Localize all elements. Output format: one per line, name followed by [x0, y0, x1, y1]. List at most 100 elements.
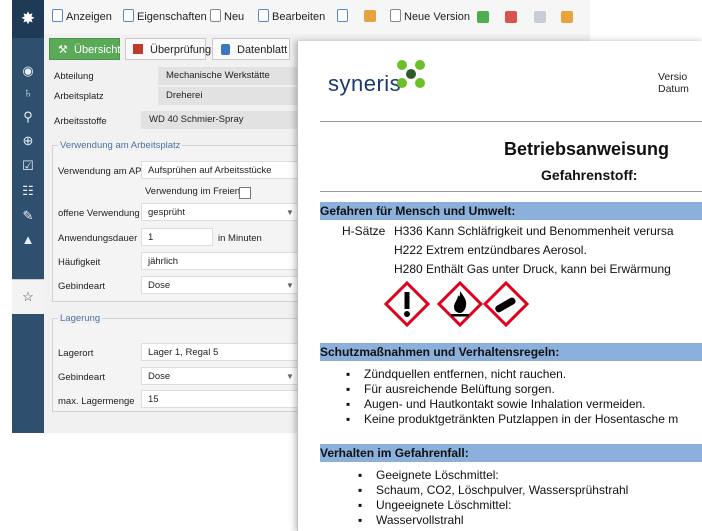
- list-item: Zündquellen entfernen, nicht rauchen.: [346, 367, 566, 381]
- h-statement-1: H336 Kann Schläfrigkeit und Benommenheit…: [394, 224, 674, 238]
- list-item: Augen- und Hautkontakt sowie Inhalation …: [346, 397, 645, 411]
- list-item: Schaum, CO2, Löschpulver, Wassersprühstr…: [358, 483, 628, 497]
- version-label: Versio: [658, 71, 688, 83]
- neue-version-button[interactable]: Neue Version: [390, 9, 470, 25]
- datasheet-icon: [221, 44, 230, 55]
- haeufigkeit-field[interactable]: jährlich: [141, 252, 298, 270]
- edit-document-icon: [258, 9, 269, 22]
- anwendungsdauer-label: Anwendungsdauer: [58, 233, 138, 244]
- gefahren-section-title: Gefahren für Mensch und Umwelt:: [320, 204, 516, 218]
- anwendungsdauer-unit: in Minuten: [218, 233, 262, 244]
- bearbeiten-label: Bearbeiten: [272, 11, 326, 23]
- lager-gebindeart-select[interactable]: Dose: [141, 367, 298, 385]
- anzeigen-button[interactable]: Anzeigen: [52, 9, 112, 25]
- betriebsanweisung-document: syneris Versio Datum Betriebsanweisung G…: [297, 41, 702, 531]
- tab-datenblatt[interactable]: Datenblatt: [212, 38, 290, 60]
- schutz-section-title: Schutzmaßnahmen und Verhaltensregeln:: [320, 345, 560, 359]
- arbeitsplatz-label: Arbeitsplatz: [54, 91, 104, 102]
- tab-uebersicht-label: Übersicht: [74, 44, 121, 56]
- verwendung-am-ap-field[interactable]: Aufsprühen auf Arbeitsstücke: [141, 161, 298, 179]
- offene-verwendung-select[interactable]: gesprüht: [141, 203, 298, 221]
- arbeitsplatz-field[interactable]: Dreherei: [158, 87, 298, 105]
- toolbar: Anzeigen Eigenschaften Neu Bearbeiten Ne…: [44, 0, 590, 35]
- list-item: Geeignete Löschmittel:: [358, 468, 499, 482]
- star-icon[interactable]: ☆: [12, 279, 44, 314]
- list-item: Ungeeignete Löschmittel:: [358, 498, 511, 512]
- abteilung-field[interactable]: Mechanische Werkstätte: [158, 67, 298, 85]
- divider: [320, 191, 702, 192]
- search-icon[interactable]: ⚲: [12, 106, 44, 128]
- gas-cylinder-pictogram-icon: [483, 281, 529, 327]
- exclamation-mark-pictogram-icon: [384, 281, 430, 327]
- im-freien-checkbox[interactable]: [239, 187, 251, 199]
- gebindeart-label: Gebindeart: [58, 281, 106, 292]
- zoom-icon[interactable]: ⊕: [12, 130, 44, 152]
- structure-icon: [364, 10, 376, 22]
- document-title: Betriebsanweisung: [504, 139, 670, 159]
- haeufigkeit-label: Häufigkeit: [58, 257, 101, 268]
- upload-icon: [337, 9, 348, 22]
- tab-ueberpruefung[interactable]: Überprüfung: [125, 38, 211, 60]
- checklist-icon[interactable]: ☑: [12, 155, 44, 177]
- anwendungsdauer-field[interactable]: 1: [141, 228, 213, 246]
- new-document-icon: [210, 9, 221, 22]
- app-logo-icon[interactable]: ✸: [12, 0, 44, 38]
- version-icon: [390, 9, 401, 22]
- syneris-logo-text: syneris: [328, 71, 402, 96]
- max-lagermenge-field[interactable]: 15: [141, 390, 298, 408]
- document-subtitle: Gefahrenstoff:: [541, 167, 638, 183]
- list-item: Wasservollstrahl: [358, 513, 463, 527]
- abteilung-label: Abteilung: [54, 71, 94, 82]
- chevron-down-icon[interactable]: ▼: [286, 208, 294, 217]
- chevron-down-icon[interactable]: ▼: [286, 372, 294, 381]
- document-view-icon: [52, 9, 63, 22]
- lager-gebindeart-label: Gebindeart: [58, 372, 106, 383]
- eigenschaften-button[interactable]: Eigenschaften: [123, 9, 207, 25]
- h-saetze-label: H-Sätze: [342, 224, 386, 238]
- review-icon: [133, 44, 143, 54]
- list-item: Keine produktgetränkten Putzlappen in de…: [346, 412, 678, 426]
- tab-datenblatt-label: Datenblatt: [237, 44, 288, 56]
- datum-label: Datum: [658, 83, 689, 95]
- im-freien-label: Verwendung im Freien: [145, 186, 241, 197]
- syneris-logo-icon: [397, 60, 425, 88]
- wrench-icon: ⚒: [58, 44, 68, 56]
- paste-icon[interactable]: [561, 11, 573, 23]
- approve-icon[interactable]: [477, 11, 489, 23]
- list-item: Für ausreichende Belüftung sorgen.: [346, 382, 555, 396]
- properties-icon: [123, 9, 134, 22]
- hierarchy-icon[interactable]: ♄: [12, 82, 44, 104]
- sitemap-icon[interactable]: ☷: [12, 180, 44, 202]
- arbeitsstoffe-field[interactable]: WD 40 Schmier-Spray: [141, 111, 298, 129]
- sidebar: ✸ ◉ ♄ ⚲ ⊕ ☑ ☷ ✎ ▲ ☆: [12, 0, 44, 433]
- divider: [320, 121, 702, 122]
- tab-ueberpruefung-label: Überprüfung: [150, 44, 212, 56]
- offene-verwendung-label: offene Verwendung: [58, 208, 140, 219]
- tab-uebersicht[interactable]: ⚒ Übersicht: [49, 38, 120, 60]
- structure-button[interactable]: [364, 9, 379, 25]
- gefahrenfall-section-title: Verhalten im Gefahrenfall:: [320, 446, 469, 460]
- lagerort-label: Lagerort: [58, 348, 94, 359]
- upload-button[interactable]: [337, 9, 351, 25]
- h-statement-2: H222 Extrem entzündbares Aerosol.: [394, 243, 587, 257]
- neu-button[interactable]: Neu: [210, 9, 244, 25]
- neue-version-label: Neue Version: [404, 11, 471, 23]
- chevron-down-icon[interactable]: ▼: [286, 281, 294, 290]
- pencil-icon[interactable]: ✎: [12, 205, 44, 227]
- lagerung-section-title: Lagerung: [58, 313, 103, 324]
- gebindeart-select[interactable]: Dose: [141, 276, 298, 294]
- anzeigen-label: Anzeigen: [66, 11, 112, 23]
- flame-pictogram-icon: [437, 281, 483, 327]
- h-statement-3: H280 Enthält Gas unter Druck, kann bei E…: [394, 262, 671, 276]
- max-lagermenge-label: max. Lagermenge: [58, 396, 135, 407]
- bearbeiten-button[interactable]: Bearbeiten: [258, 9, 325, 25]
- arbeitsstoffe-label: Arbeitsstoffe: [54, 116, 107, 127]
- copy-icon[interactable]: [534, 11, 546, 23]
- lagerort-field[interactable]: Lager 1, Regal 5: [141, 343, 298, 361]
- palette-icon[interactable]: ◉: [12, 60, 44, 82]
- verwendung-section-title: Verwendung am Arbeitsplatz: [58, 140, 183, 151]
- graduation-cap-icon[interactable]: ▲: [12, 229, 44, 251]
- reject-icon[interactable]: [505, 11, 517, 23]
- eigenschaften-label: Eigenschaften: [137, 11, 207, 23]
- neu-label: Neu: [224, 11, 245, 23]
